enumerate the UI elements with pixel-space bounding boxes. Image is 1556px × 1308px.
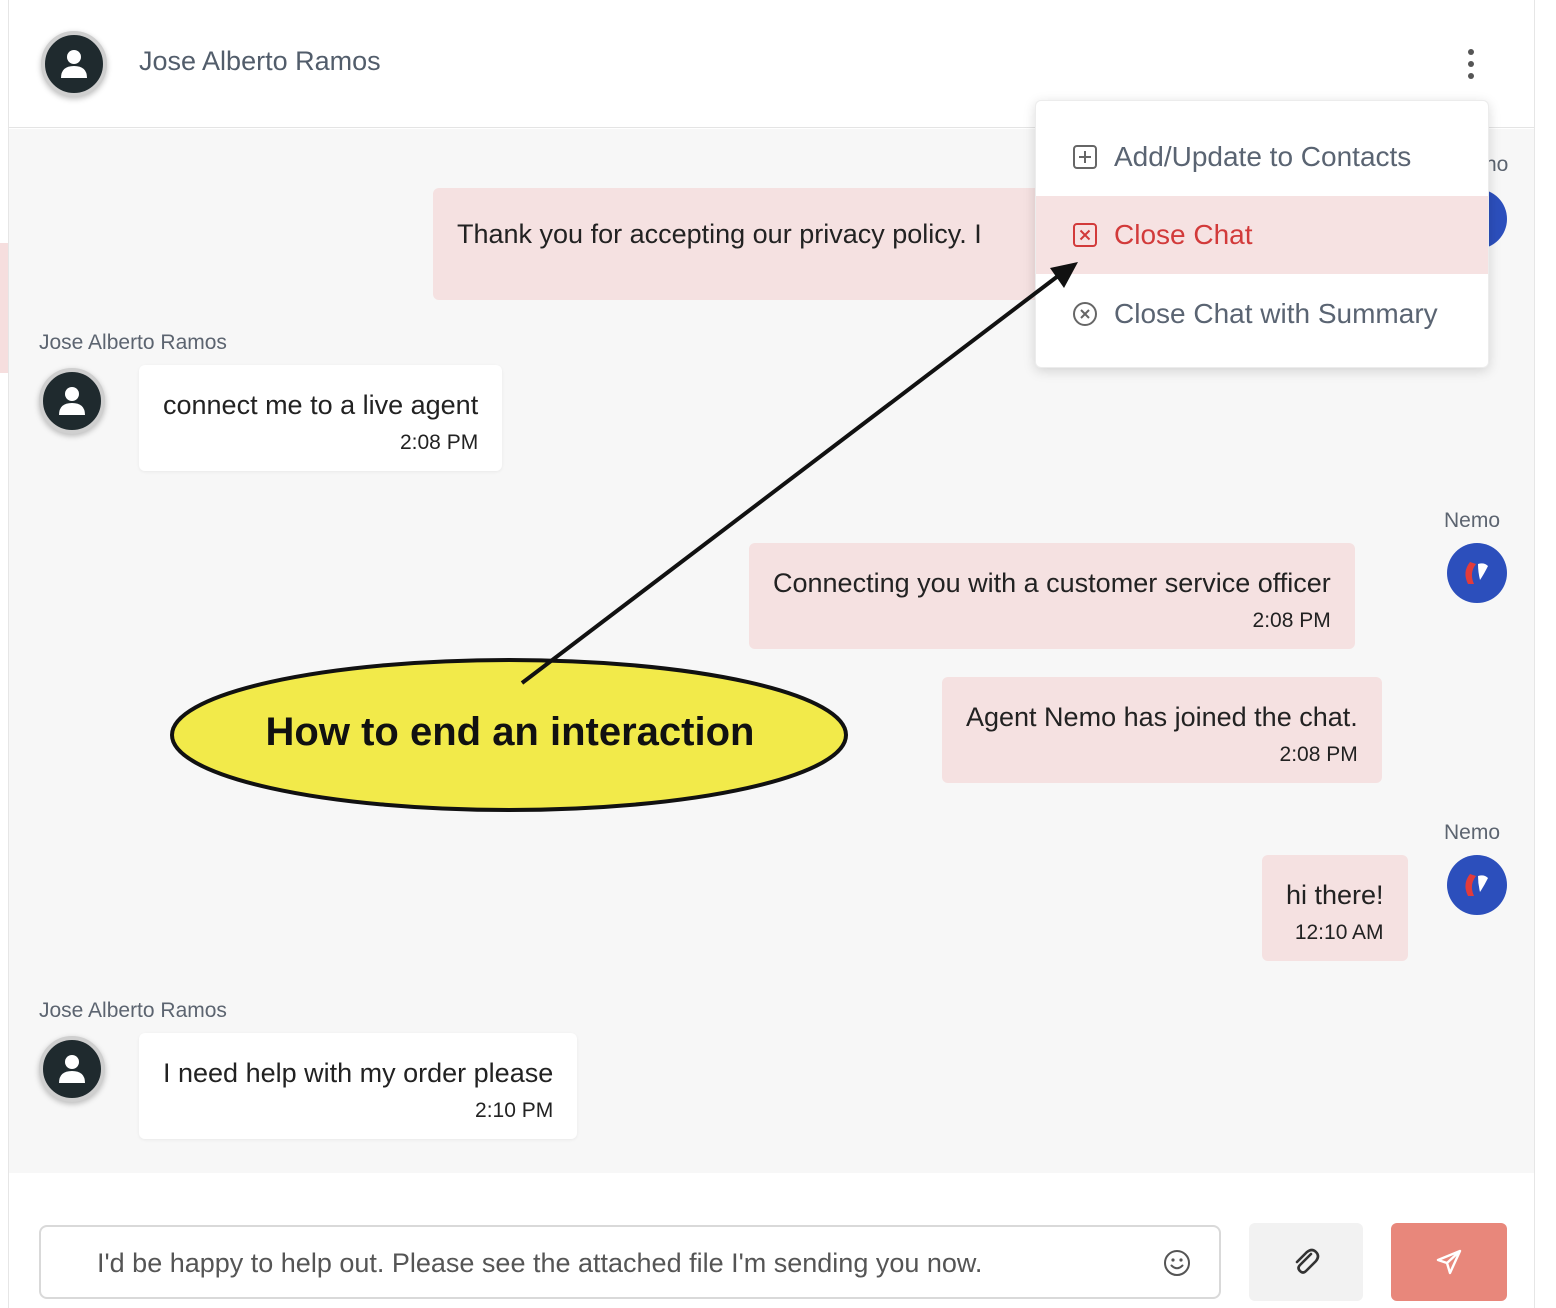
smiley-icon[interactable] [1163,1249,1191,1277]
menu-item-label: Close Chat with Summary [1114,298,1438,329]
contact-avatar [39,368,105,434]
message-text: Connecting you with a customer service o… [773,568,1331,598]
message-time: 12:10 AM [1294,921,1384,944]
message-bubble: Thank you for accepting our privacy poli… [433,188,1073,300]
message-time: 2:08 PM [1279,743,1358,766]
brand-logo-icon [1465,562,1488,584]
message-time: 2:08 PM [1252,609,1331,632]
sender-label: Nemo [1444,509,1501,532]
chat-options-menu: Add/Update to Contacts Close Chat Close … [1035,100,1489,368]
plus-square-icon [1072,144,1098,170]
agent-avatar [1447,543,1507,603]
kebab-menu-icon[interactable] [1454,40,1488,88]
brand-logo-icon [1465,874,1488,896]
paperclip-icon [1295,1248,1320,1274]
message-text: connect me to a live agent [163,390,479,420]
sender-label: Jose Alberto Ramos [39,331,227,354]
x-square-icon [1072,222,1098,248]
sender-label: Jose Alberto Ramos [39,999,227,1022]
message-text: I need help with my order please [163,1058,554,1088]
menu-item-close-chat-summary[interactable]: Close Chat with Summary [1036,275,1488,353]
agent-avatar [1447,855,1507,915]
user-icon [59,1055,85,1083]
message-bubble: Connecting you with a customer service o… [749,543,1355,649]
menu-item-label: Close Chat [1114,219,1253,250]
message-input[interactable] [97,1241,1147,1285]
menu-item-label: Add/Update to Contacts [1114,141,1412,172]
message-bubble: hi there! 12:10 AM [1262,855,1408,961]
message-text: Thank you for accepting our privacy poli… [457,219,982,249]
menu-item-close-chat[interactable]: Close Chat [1036,196,1488,274]
menu-item-add-update-contacts[interactable]: Add/Update to Contacts [1036,118,1488,196]
send-icon [1436,1249,1462,1275]
contact-avatar [39,1036,105,1102]
message-text: hi there! [1286,880,1384,910]
callout-text: How to end an interaction [265,710,755,754]
user-icon [59,387,85,415]
attach-button[interactable] [1249,1223,1363,1301]
message-bubble: Agent Nemo has joined the chat. 2:08 PM [942,677,1382,783]
send-button[interactable] [1391,1223,1507,1301]
contact-name: Jose Alberto Ramos [139,46,381,76]
message-composer [9,1173,1534,1308]
x-circle-icon [1072,301,1098,327]
message-time: 2:08 PM [399,431,479,454]
user-icon [61,50,87,78]
contact-avatar [41,31,107,97]
message-input-box[interactable] [39,1225,1221,1299]
message-bubble: connect me to a live agent 2:08 PM [139,365,503,471]
message-bubble: I need help with my order please 2:10 PM [139,1033,578,1139]
message-text: Agent Nemo has joined the chat. [966,702,1358,732]
message-time: 2:10 PM [475,1099,554,1122]
sender-label: Nemo [1444,821,1501,844]
